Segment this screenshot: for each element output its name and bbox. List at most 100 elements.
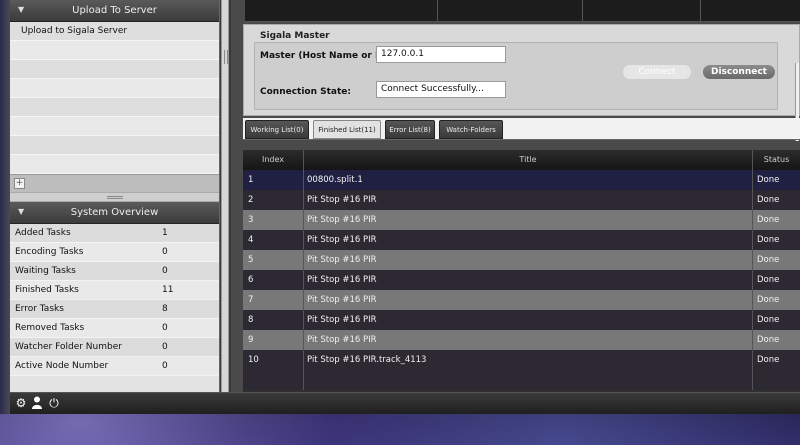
host-input[interactable]: 127.0.0.1 xyxy=(376,46,506,63)
stats-value: 0 xyxy=(162,247,168,257)
user-icon[interactable] xyxy=(30,396,44,410)
cell-index: 5 xyxy=(243,250,304,270)
stats-value: 0 xyxy=(162,361,168,371)
stats-row: Added Tasks 1 xyxy=(10,224,219,243)
table-row[interactable]: 6 Pit Stop #16 PIR Done xyxy=(243,270,800,290)
stats-value: 0 xyxy=(162,323,168,333)
master-connection-panel: Sigala Master Master (Host Name or IP): … xyxy=(243,24,800,141)
tab-watch-folders[interactable]: Watch-Folders xyxy=(439,120,503,139)
stats-row: Removed Tasks 0 xyxy=(10,319,219,338)
cell-status: Done xyxy=(757,175,780,185)
stats-row: Encoding Tasks 0 xyxy=(10,243,219,262)
window-edge xyxy=(0,0,10,414)
upload-empty-row xyxy=(10,136,219,155)
tab-finished-list[interactable]: Finished List(11) xyxy=(313,120,381,139)
cell-status: Done xyxy=(757,355,780,365)
table-row[interactable]: 2 Pit Stop #16 PIR Done xyxy=(243,190,800,210)
table-row[interactable]: 8 Pit Stop #16 PIR Done xyxy=(243,310,800,330)
upload-item[interactable]: Upload to Sigala Server xyxy=(10,22,219,41)
column-header-title[interactable]: Title xyxy=(304,150,753,170)
master-inner-panel: Master (Host Name or IP): 127.0.0.1 Conn… xyxy=(254,42,778,110)
stats-row: Finished Tasks 11 xyxy=(10,281,219,300)
cell-index: 8 xyxy=(243,310,304,330)
gear-icon[interactable]: ⚙ xyxy=(14,396,28,410)
cell-title: 00800.split.1 xyxy=(304,170,753,190)
cell-status: Done xyxy=(757,275,780,285)
vertical-splitter[interactable] xyxy=(221,0,229,392)
bottom-toolbar: ⚙ ⏻ xyxy=(10,392,800,414)
stats-value: 0 xyxy=(162,342,168,352)
upload-empty-row xyxy=(10,98,219,117)
table-row[interactable]: 3 Pit Stop #16 PIR Done xyxy=(243,210,800,230)
cell-index: 7 xyxy=(243,290,304,310)
upload-list: Upload to Sigala Server xyxy=(10,22,219,174)
table-row[interactable]: 1 00800.split.1 Done xyxy=(243,170,800,190)
column-divider xyxy=(437,0,438,22)
connection-state-field: Connect Successfully... xyxy=(376,81,506,98)
cell-status: Done xyxy=(757,255,780,265)
cell-status: Done xyxy=(757,335,780,345)
main-content: Sigala Master Master (Host Name or IP): … xyxy=(231,0,800,392)
cell-index: 4 xyxy=(243,230,304,250)
column-header-index[interactable]: Index xyxy=(243,150,304,170)
stats-label: Encoding Tasks xyxy=(15,247,84,257)
table-row[interactable]: 9 Pit Stop #16 PIR Done xyxy=(243,330,800,350)
power-icon[interactable]: ⏻ xyxy=(47,396,61,410)
table-row[interactable]: 5 Pit Stop #16 PIR Done xyxy=(243,250,800,270)
node-table-header xyxy=(245,0,800,22)
stats-label: Watcher Folder Number xyxy=(15,342,122,352)
table-row[interactable]: 7 Pit Stop #16 PIR Done xyxy=(243,290,800,310)
connect-button[interactable]: Connect xyxy=(623,65,691,79)
upload-section-header[interactable]: ▼ Upload To Server xyxy=(10,0,219,22)
stats-value: 8 xyxy=(162,304,168,314)
stats-value: 1 xyxy=(162,228,168,238)
stats-label: Added Tasks xyxy=(15,228,71,238)
overview-section-header[interactable]: ▼ System Overview xyxy=(10,202,219,224)
add-server-button[interactable]: + xyxy=(14,178,25,189)
table-row[interactable]: 4 Pit Stop #16 PIR Done xyxy=(243,230,800,250)
cell-title: Pit Stop #16 PIR xyxy=(304,330,753,350)
tab-error-list[interactable]: Error List(8) xyxy=(385,120,435,139)
upload-section-title: Upload To Server xyxy=(72,5,157,16)
overview-section-title: System Overview xyxy=(70,207,159,218)
cell-title: Pit Stop #16 PIR xyxy=(304,210,753,230)
connection-state-label: Connection State: xyxy=(260,87,352,97)
panel-splitter[interactable] xyxy=(10,192,219,202)
collapse-triangle-icon[interactable]: ▼ xyxy=(18,5,24,14)
cell-status: Done xyxy=(757,215,780,225)
column-divider xyxy=(582,0,583,22)
master-title: Sigala Master xyxy=(260,31,330,41)
splitter-grip-icon xyxy=(106,195,123,199)
left-panel: ▼ Upload To Server Upload to Sigala Serv… xyxy=(10,0,220,392)
cell-index: 10 xyxy=(243,350,304,370)
stats-label: Waiting Tasks xyxy=(15,266,76,276)
stats-label: Finished Tasks xyxy=(15,285,79,295)
stats-label: Active Node Number xyxy=(15,361,109,371)
upload-empty-row xyxy=(10,41,219,60)
upload-empty-row xyxy=(10,79,219,98)
cell-title: Pit Stop #16 PIR xyxy=(304,310,753,330)
cell-index: 1 xyxy=(243,170,304,190)
grid-header: Index Title Status xyxy=(243,150,800,170)
cell-index: 2 xyxy=(243,190,304,210)
stats-row: Active Node Number 0 xyxy=(10,357,219,376)
stats-value: 0 xyxy=(162,266,168,276)
cell-status: Done xyxy=(757,295,780,305)
table-row[interactable]: 10 Pit Stop #16 PIR.track_4113 Done xyxy=(243,350,800,370)
tab-working-list[interactable]: Working List(0) xyxy=(245,120,309,139)
disconnect-button[interactable]: Disconnect xyxy=(703,65,775,79)
stats-label: Error Tasks xyxy=(15,304,64,314)
collapse-triangle-icon[interactable]: ▼ xyxy=(18,207,24,216)
app-window: ▼ Upload To Server Upload to Sigala Serv… xyxy=(0,0,800,414)
list-tabs: Working List(0) Finished List(11) Error … xyxy=(243,118,800,140)
upload-empty-row xyxy=(10,60,219,79)
upload-empty-row xyxy=(10,155,219,174)
upload-toolbar: + xyxy=(10,174,219,192)
table-empty-row xyxy=(243,370,800,390)
cell-status: Done xyxy=(757,315,780,325)
cell-title: Pit Stop #16 PIR xyxy=(304,250,753,270)
stats-row: Error Tasks 8 xyxy=(10,300,219,319)
column-header-status[interactable]: Status xyxy=(753,150,800,170)
cell-status: Done xyxy=(757,195,780,205)
cell-index: 9 xyxy=(243,330,304,350)
